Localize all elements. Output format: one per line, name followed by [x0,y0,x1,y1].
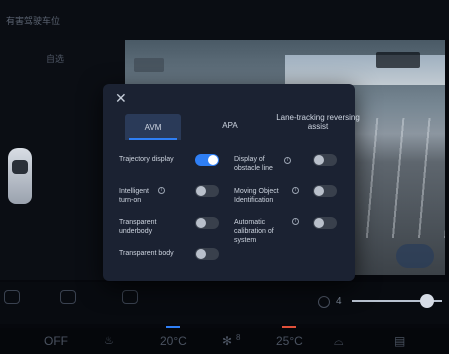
trajectory-display-toggle[interactable] [195,154,219,166]
right-temp-indicator [282,326,296,328]
toggle-knob [196,249,206,259]
volume-value: 4 [336,296,342,307]
obstacle-line-toggle[interactable] [313,154,337,166]
car-icon[interactable] [122,290,138,304]
intelligent-turn-on-toggle[interactable] [195,185,219,197]
moving-object-toggle[interactable] [313,185,337,197]
tab-label: AVM [144,123,162,132]
volume-slider-knob[interactable] [420,294,434,308]
settings-tabs: AVM APA Lane-tracking reversing assist [125,113,360,140]
vehicle-top-view [8,148,32,204]
toggle-knob [196,218,206,228]
rear-defrost-icon[interactable]: ▤ [394,334,405,348]
view-mode-tab[interactable]: 自选 [46,52,64,65]
auto-calibration-toggle[interactable] [313,217,337,229]
fan-status[interactable]: OFF [44,334,68,348]
transparent-underbody-label: Transparent underbody [119,219,157,235]
info-icon[interactable]: i [158,187,165,194]
view-toggle-button[interactable] [396,244,434,268]
trajectory-display-label: Trajectory display [119,156,174,163]
screen-title: 有害驾驶车位 [6,16,61,26]
left-temp[interactable]: 20°C [160,334,187,348]
toggle-knob [314,186,324,196]
toggle-knob [314,155,324,165]
camera-mode-badge [134,58,164,72]
left-temp-indicator [166,326,180,328]
tab-label: APA [222,121,238,130]
intelligent-turn-on-label: Intelligent turn-on [119,188,149,204]
tab-apa[interactable]: APA [207,114,253,140]
obstacle-line-label: Display of obstacle line [234,156,273,172]
settings-icon[interactable] [318,296,330,308]
tab-label: Lane-tracking reversing assist [276,113,360,131]
moving-object-label: Moving Object Identification [234,188,279,204]
info-icon[interactable]: i [292,218,299,225]
tab-lane-tracking[interactable]: Lane-tracking reversing assist [273,113,363,139]
transparent-body-label: Transparent body [119,250,174,257]
camera-label-badge [376,52,420,68]
close-icon[interactable]: ✕ [115,91,129,105]
seat-heat-icon[interactable]: ♨ [104,334,114,347]
auto-calibration-label: Automatic calibration of system [234,219,274,244]
toggle-knob [208,155,218,165]
parking-icon[interactable] [60,290,76,304]
transparent-body-toggle[interactable] [195,248,219,260]
info-icon[interactable]: i [292,187,299,194]
fan-icon[interactable]: ✻ [222,334,232,348]
transparent-underbody-toggle[interactable] [195,217,219,229]
top-bar [0,0,449,40]
toggle-knob [196,186,206,196]
tab-avm[interactable]: AVM [125,114,181,140]
right-temp[interactable]: 25°C [276,334,303,348]
avm-settings-dialog: ✕ AVM APA Lane-tracking reversing assist… [103,84,360,281]
info-icon[interactable]: i [284,157,291,164]
fan-level: 8 [236,333,241,342]
camera-sky [285,55,445,85]
toggle-knob [314,218,324,228]
camera-icon[interactable] [4,290,20,304]
front-defrost-icon[interactable]: ⌓ [334,334,344,349]
